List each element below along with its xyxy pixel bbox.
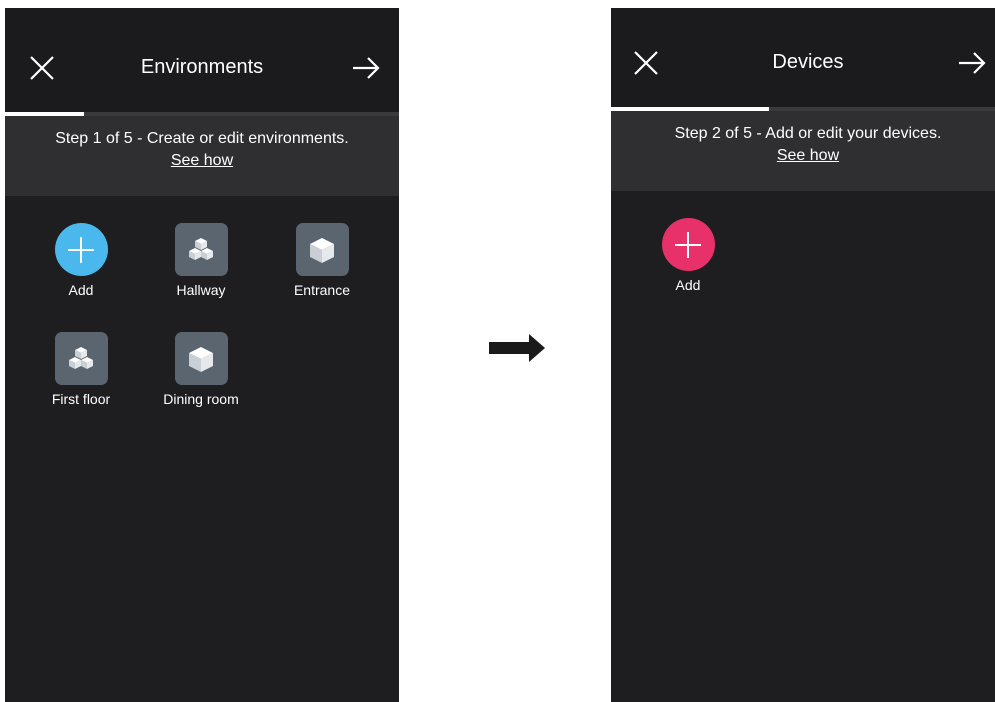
cubes-icon bbox=[54, 332, 108, 385]
step-banner: Step 1 of 5 - Create or edit environment… bbox=[5, 116, 399, 196]
next-arrow-icon[interactable] bbox=[349, 51, 383, 85]
app-bar: Environments bbox=[5, 8, 399, 112]
see-how-link[interactable]: See how bbox=[171, 150, 233, 172]
app-bar: Devices bbox=[611, 8, 995, 107]
environment-tile-hallway[interactable]: Hallway bbox=[146, 223, 256, 298]
environments-screen: Environments Step 1 of 5 - Create or edi… bbox=[5, 8, 399, 702]
cubes-icon bbox=[174, 223, 228, 276]
tile-label: Add bbox=[675, 277, 701, 293]
step-text: Step 1 of 5 - Create or edit environment… bbox=[55, 130, 349, 147]
cube-icon bbox=[174, 332, 228, 385]
cube-icon bbox=[295, 223, 349, 276]
tile-label: Add bbox=[68, 282, 94, 298]
step-banner: Step 2 of 5 - Add or edit your devices. … bbox=[611, 111, 995, 191]
tile-label: Entrance bbox=[293, 282, 351, 298]
plus-icon bbox=[661, 218, 715, 271]
plus-icon bbox=[54, 223, 108, 276]
tile-label: Hallway bbox=[176, 282, 226, 298]
page-title: Devices bbox=[772, 51, 844, 73]
page-title: Environments bbox=[140, 56, 264, 78]
tile-label: Dining room bbox=[163, 391, 239, 407]
step-text: Step 2 of 5 - Add or edit your devices. bbox=[674, 125, 942, 142]
add-device-button[interactable]: Add bbox=[633, 218, 743, 293]
right-arrow-icon bbox=[489, 331, 545, 365]
add-environment-button[interactable]: Add bbox=[26, 223, 136, 298]
tile-label: First floor bbox=[51, 391, 111, 407]
see-how-link[interactable]: See how bbox=[777, 145, 839, 167]
environment-tile-entrance[interactable]: Entrance bbox=[267, 223, 377, 298]
environment-tile-dining-room[interactable]: Dining room bbox=[146, 332, 256, 407]
next-arrow-icon[interactable] bbox=[955, 46, 989, 80]
environment-tile-first-floor[interactable]: First floor bbox=[26, 332, 136, 407]
devices-screen: Devices Step 2 of 5 - Add or edit your d… bbox=[611, 8, 995, 702]
